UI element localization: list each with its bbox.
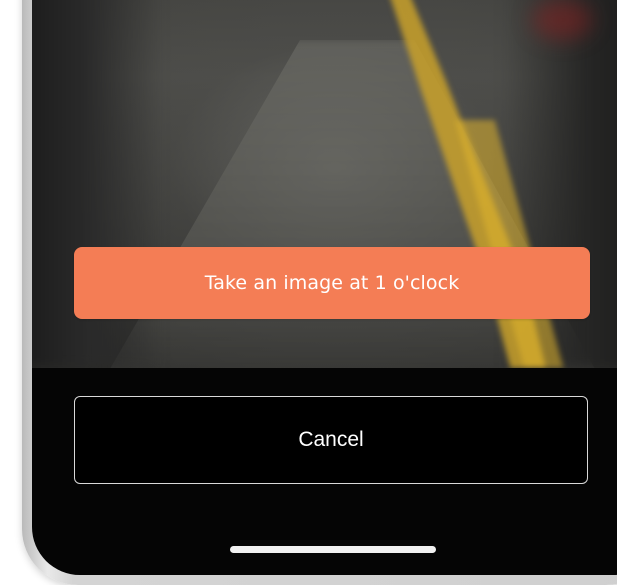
home-indicator[interactable] <box>230 546 436 553</box>
screen: Take an image at 1 o'clock Cancel <box>0 0 617 585</box>
phone-screen: Take an image at 1 o'clock Cancel <box>32 0 617 575</box>
capture-prompt-banner: Take an image at 1 o'clock <box>74 247 590 319</box>
cancel-button-label: Cancel <box>298 428 364 451</box>
camera-preview: Take an image at 1 o'clock <box>32 0 617 368</box>
capture-prompt-text: Take an image at 1 o'clock <box>204 272 460 294</box>
cancel-button[interactable]: Cancel <box>74 396 588 484</box>
phone-device: Take an image at 1 o'clock Cancel <box>22 0 617 585</box>
